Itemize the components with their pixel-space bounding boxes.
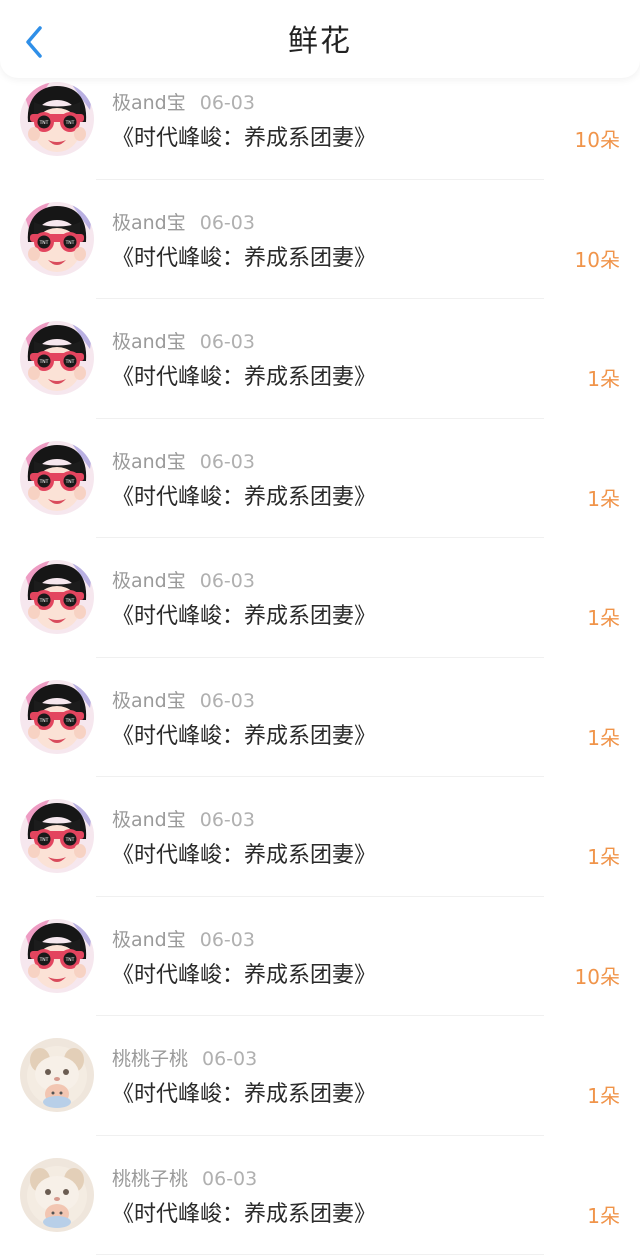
tnt-avatar-image: TNT TNT (20, 82, 94, 156)
tnt-avatar-image: TNT TNT (20, 919, 94, 993)
date: 06-03 (200, 570, 255, 592)
book-title[interactable]: 《时代峰峻：养成系团妻》 (112, 1196, 376, 1228)
svg-text:TNT: TNT (65, 359, 75, 365)
date: 06-03 (200, 929, 255, 951)
avatar[interactable]: TNT TNT (20, 441, 94, 515)
flower-amount: 1朵 (587, 841, 620, 870)
username[interactable]: 极and宝 (112, 570, 186, 592)
username-line: 极and宝 06-03 (112, 88, 255, 115)
date: 06-03 (200, 690, 255, 712)
book-title[interactable]: 《时代峰峻：养成系团妻》 (112, 598, 376, 630)
username-line: 桃桃子桃 06-03 (112, 1164, 257, 1191)
date: 06-03 (202, 1168, 257, 1190)
flower-amount: 1朵 (587, 483, 620, 512)
svg-text:TNT: TNT (65, 718, 75, 724)
date: 06-03 (200, 809, 255, 831)
svg-text:TNT: TNT (39, 120, 49, 126)
avatar[interactable]: TNT TNT (20, 321, 94, 395)
username-line: 极and宝 06-03 (112, 925, 255, 952)
date: 06-03 (200, 92, 255, 114)
username[interactable]: 桃桃子桃 (112, 1048, 188, 1070)
tnt-avatar-image: TNT TNT (20, 202, 94, 276)
tnt-avatar-image: TNT TNT (20, 560, 94, 634)
username[interactable]: 极and宝 (112, 212, 186, 234)
tnt-avatar-image: TNT TNT (20, 680, 94, 754)
flower-amount: 10朵 (575, 961, 620, 990)
username-line: 极and宝 06-03 (112, 805, 255, 832)
flower-amount: 1朵 (587, 602, 620, 631)
book-title[interactable]: 《时代峰峻：养成系团妻》 (112, 479, 376, 511)
avatar[interactable]: TNT TNT (20, 799, 94, 873)
flower-amount: 10朵 (575, 244, 620, 273)
book-title[interactable]: 《时代峰峻：养成系团妻》 (112, 718, 376, 750)
top-bar: 鲜花 (0, 0, 640, 78)
svg-text:TNT: TNT (39, 479, 49, 485)
date: 06-03 (202, 1048, 257, 1070)
svg-text:TNT: TNT (39, 359, 49, 365)
avatar[interactable] (20, 1038, 94, 1112)
username-line: 极and宝 06-03 (112, 447, 255, 474)
svg-text:TNT: TNT (39, 837, 49, 843)
svg-text:TNT: TNT (65, 957, 75, 963)
flower-amount: 1朵 (587, 1080, 620, 1109)
tnt-avatar-image: TNT TNT (20, 441, 94, 515)
list-item[interactable]: TNT TNT 极and宝 06-03 《时代峰峻：养成系团妻》 1朵 (0, 658, 640, 778)
svg-text:TNT: TNT (39, 718, 49, 724)
username[interactable]: 极and宝 (112, 690, 186, 712)
avatar[interactable]: TNT TNT (20, 919, 94, 993)
list-item[interactable]: TNT TNT 极and宝 06-03 《时代峰峻：养成系团妻》 1朵 (0, 299, 640, 419)
username-line: 极and宝 06-03 (112, 208, 255, 235)
page-title: 鲜花 (0, 22, 640, 62)
svg-text:TNT: TNT (65, 120, 75, 126)
svg-text:TNT: TNT (65, 837, 75, 843)
flower-amount: 1朵 (587, 1200, 620, 1229)
list-item[interactable]: 桃桃子桃 06-03 《时代峰峻：养成系团妻》 1朵 (0, 1136, 640, 1255)
date: 06-03 (200, 212, 255, 234)
username-line: 桃桃子桃 06-03 (112, 1044, 257, 1071)
list-item[interactable]: TNT TNT 极and宝 06-03 《时代峰峻：养成系团妻》 10朵 (0, 180, 640, 300)
username[interactable]: 极and宝 (112, 451, 186, 473)
list-item[interactable]: 桃桃子桃 06-03 《时代峰峻：养成系团妻》 1朵 (0, 1016, 640, 1136)
svg-text:TNT: TNT (39, 598, 49, 604)
tnt-avatar-image: TNT TNT (20, 321, 94, 395)
username[interactable]: 极and宝 (112, 92, 186, 114)
username[interactable]: 极and宝 (112, 929, 186, 951)
book-title[interactable]: 《时代峰峻：养成系团妻》 (112, 837, 376, 869)
book-title[interactable]: 《时代峰峻：养成系团妻》 (112, 240, 376, 272)
list-item[interactable]: TNT TNT 极and宝 06-03 《时代峰峻：养成系团妻》 10朵 (0, 897, 640, 1017)
book-title[interactable]: 《时代峰峻：养成系团妻》 (112, 120, 376, 152)
avatar[interactable]: TNT TNT (20, 82, 94, 156)
flower-record-list: TNT TNT 极and宝 06-03 《时代峰峻：养成系团妻》 10朵 TNT TN… (0, 60, 640, 1255)
book-title[interactable]: 《时代峰峻：养成系团妻》 (112, 957, 376, 989)
flower-amount: 10朵 (575, 124, 620, 153)
avatar[interactable]: TNT TNT (20, 560, 94, 634)
username-line: 极and宝 06-03 (112, 327, 255, 354)
book-title[interactable]: 《时代峰峻：养成系团妻》 (112, 359, 376, 391)
flower-amount: 1朵 (587, 722, 620, 751)
svg-text:TNT: TNT (39, 957, 49, 963)
username-line: 极and宝 06-03 (112, 686, 255, 713)
svg-text:TNT: TNT (65, 240, 75, 246)
list-item[interactable]: TNT TNT 极and宝 06-03 《时代峰峻：养成系团妻》 1朵 (0, 777, 640, 897)
avatar[interactable]: TNT TNT (20, 202, 94, 276)
svg-text:TNT: TNT (39, 240, 49, 246)
username-line: 极and宝 06-03 (112, 566, 255, 593)
svg-text:TNT: TNT (65, 479, 75, 485)
cat-avatar-image (20, 1038, 94, 1112)
list-item[interactable]: TNT TNT 极and宝 06-03 《时代峰峻：养成系团妻》 1朵 (0, 538, 640, 658)
avatar[interactable]: TNT TNT (20, 680, 94, 754)
date: 06-03 (200, 451, 255, 473)
cat-avatar-image (20, 1158, 94, 1232)
flower-amount: 1朵 (587, 363, 620, 392)
list-item[interactable]: TNT TNT 极and宝 06-03 《时代峰峻：养成系团妻》 1朵 (0, 419, 640, 539)
svg-text:TNT: TNT (65, 598, 75, 604)
username[interactable]: 极and宝 (112, 331, 186, 353)
date: 06-03 (200, 331, 255, 353)
tnt-avatar-image: TNT TNT (20, 799, 94, 873)
username[interactable]: 极and宝 (112, 809, 186, 831)
username[interactable]: 桃桃子桃 (112, 1168, 188, 1190)
book-title[interactable]: 《时代峰峻：养成系团妻》 (112, 1076, 376, 1108)
avatar[interactable] (20, 1158, 94, 1232)
